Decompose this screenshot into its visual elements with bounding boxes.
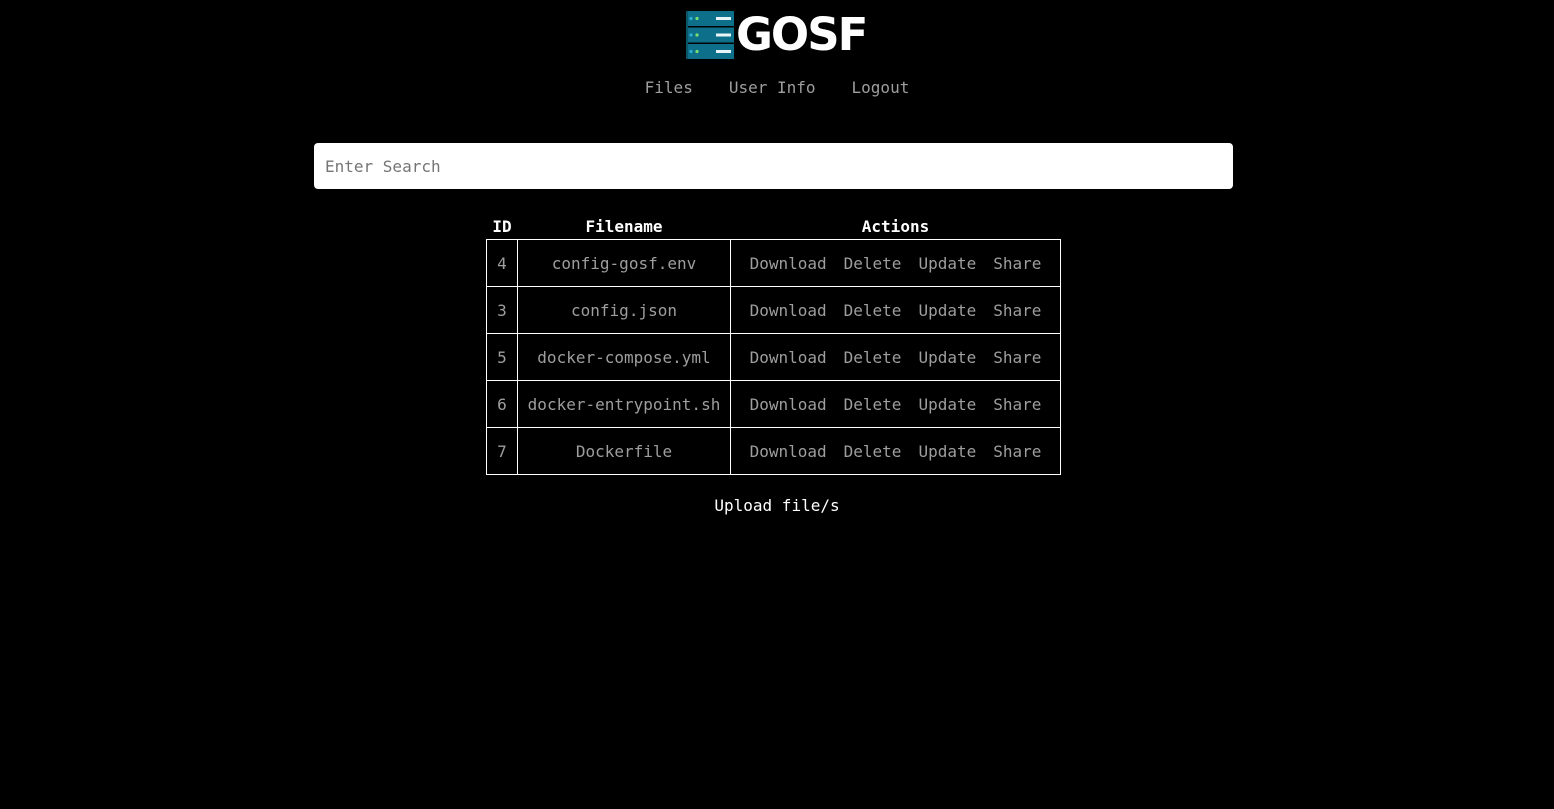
logo[interactable]: GOSF [686,8,868,61]
brand-name: GOSF [736,8,868,61]
file-name: docker-compose.yml [517,333,731,381]
update-link[interactable]: Update [918,301,976,320]
update-link[interactable]: Update [918,395,976,414]
update-link[interactable]: Update [918,348,976,367]
delete-link[interactable]: Delete [844,254,902,273]
file-id: 4 [486,239,518,287]
download-link[interactable]: Download [750,442,827,461]
table-row: 3 config.json Download Delete Update Sha… [486,286,1061,334]
file-name: config.json [517,286,731,334]
column-header-filename: Filename [585,216,663,236]
nav-files-link[interactable]: Files [645,77,693,99]
files-table: ID Filename Actions 4 config-gosf.env Do… [486,213,1061,475]
file-actions: Download Delete Update Share [730,239,1061,287]
file-name: config-gosf.env [517,239,731,287]
file-actions: Download Delete Update Share [730,286,1061,334]
column-header-id: ID [492,216,512,236]
download-link[interactable]: Download [750,254,827,273]
file-id: 5 [486,333,518,381]
update-link[interactable]: Update [918,254,976,273]
delete-link[interactable]: Delete [844,395,902,414]
file-name: Dockerfile [517,427,731,475]
table-header-row: ID Filename Actions [487,213,1061,240]
nav-user-info-link[interactable]: User Info [729,77,816,99]
table-row: 5 docker-compose.yml Download Delete Upd… [486,333,1061,381]
file-id: 3 [486,286,518,334]
delete-link[interactable]: Delete [844,442,902,461]
share-link[interactable]: Share [993,348,1041,367]
table-row: 6 docker-entrypoint.sh Download Delete U… [486,380,1061,428]
share-link[interactable]: Share [993,254,1041,273]
table-row: 4 config-gosf.env Download Delete Update… [486,239,1061,287]
main-nav: Files User Info Logout [0,77,1554,99]
share-link[interactable]: Share [993,395,1041,414]
table-row: 7 Dockerfile Download Delete Update Shar… [486,427,1061,475]
search-input[interactable] [314,143,1233,189]
file-actions: Download Delete Update Share [730,333,1061,381]
file-id: 6 [486,380,518,428]
file-actions: Download Delete Update Share [730,427,1061,475]
column-header-actions: Actions [861,216,930,236]
delete-link[interactable]: Delete [844,301,902,320]
file-actions: Download Delete Update Share [730,380,1061,428]
share-link[interactable]: Share [993,442,1041,461]
server-rack-icon [686,11,734,59]
update-link[interactable]: Update [918,442,976,461]
download-link[interactable]: Download [750,395,827,414]
file-id: 7 [486,427,518,475]
upload-files-link[interactable]: Upload file/s [0,495,1554,517]
nav-logout-link[interactable]: Logout [852,77,910,99]
download-link[interactable]: Download [750,301,827,320]
share-link[interactable]: Share [993,301,1041,320]
delete-link[interactable]: Delete [844,348,902,367]
download-link[interactable]: Download [750,348,827,367]
file-name: docker-entrypoint.sh [517,380,731,428]
